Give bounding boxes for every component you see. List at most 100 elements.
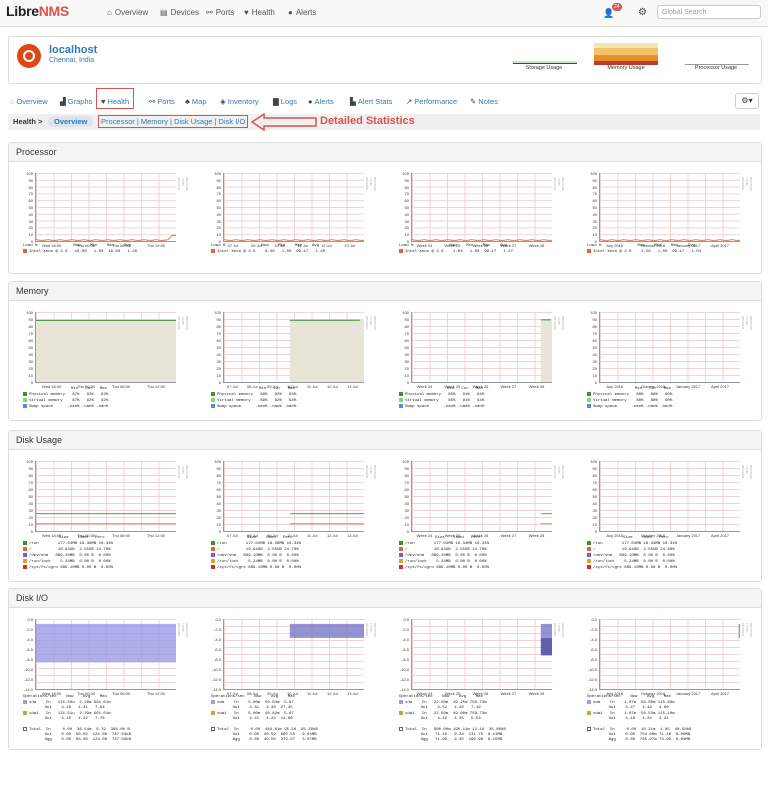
y-tick-label: -8.0 [214,657,221,662]
nav-overview[interactable]: ⌂ Overview [107,8,148,17]
graph-plot-area[interactable] [411,173,552,242]
graph-plot-area[interactable] [599,173,740,242]
graph-plot-area[interactable] [35,312,176,383]
tab-alerts[interactable]: ● Alerts [308,97,334,106]
y-tick-label: 70 [404,191,409,197]
graph-plot-area[interactable] [411,619,552,690]
librenms-logo[interactable]: LibreNMS [6,3,69,19]
y-tick-label: 20 [404,366,409,371]
y-tick-label: 80 [404,324,409,329]
legend-swatch [399,541,403,545]
x-tick-label: 13 Jul [344,243,356,248]
y-tick-label: 10 [216,232,221,238]
y-tick-label: 100 [590,310,597,315]
graph-plot-area[interactable] [223,461,364,532]
graph-plot-area[interactable] [411,461,552,532]
rrdtool-watermark: RRDTOOL / TOBI OETIKER [365,316,377,331]
graph-plot-area[interactable] [223,619,364,690]
graph-legend: Size Used Perc/run 177.04MB 18.34MB 10.3… [399,536,489,571]
legend-row: Swap space -nan% -nan% -nan% [399,404,484,410]
tab-graphs[interactable]: ▟ Graphs [60,97,92,106]
nav-devices[interactable]: ▤ Devices [160,8,199,17]
y-tick-label: 10 [216,522,221,527]
legend-swatch [23,700,27,704]
tab-map[interactable]: ♣ Map [185,97,207,106]
rrdtool-watermark: RRDTOOL / TOBI OETIKER [177,623,189,638]
y-tick-label: 90 [404,466,409,471]
section-disk-usage: Disk Usage 100 90 80 70 60 50 40 30 20 10 0 RRDTOOL … [8,430,762,582]
device-settings-dropdown[interactable]: ⚙▾ [735,93,759,109]
graph-plot-area[interactable] [35,461,176,532]
legend-swatch [23,565,27,570]
health-sublinks[interactable]: Processor | Memory | Disk Usage | Disk I… [98,115,249,128]
y-tick-label: 50 [216,494,221,499]
graph-plot-area[interactable] [35,619,176,690]
device-hostname[interactable]: localhost [49,44,97,56]
legend-swatch [399,392,403,396]
x-tick-label: January 2017 [676,384,701,389]
graph-plot-area[interactable] [599,461,740,532]
y-tick-label: 100 [402,171,409,176]
graph-plot-area[interactable] [35,173,176,242]
legend-swatch [399,404,403,409]
y-tick-label: 30 [28,508,33,513]
y-tick-label: 30 [216,359,221,364]
device-location[interactable]: Chennai, India [49,57,94,64]
notification-badge[interactable]: 24 [612,3,622,11]
y-tick-label: 20 [592,515,597,520]
x-tick-label: April 2017 [711,243,730,248]
y-tick-label: 40 [592,501,597,506]
y-tick-label: 90 [216,317,221,322]
legend-row: /sys/fs/cgro 889.10MB 0.00 B 0.00% [211,565,301,571]
legend-swatch [23,547,27,552]
series-area [540,319,552,382]
y-tick-label: 50 [216,205,221,210]
graph-legend: Size Used Perc/run 177.04MB 18.34MB 10.3… [587,536,677,571]
gear-icon[interactable]: ⚙ [638,7,647,18]
gear-icon: ⚙▾ [741,96,753,105]
tab-performance[interactable]: ↗ Performance [406,97,457,106]
x-tick-label: Thu 12:00 [147,243,166,248]
y-tick-label: 90 [28,177,33,183]
tab-inventory[interactable]: ◈ Inventory [220,97,259,106]
legend-swatch [399,547,403,552]
tab-logs[interactable]: ▇ Logs [273,97,297,106]
legend-swatch [211,541,215,545]
graph-plot-area[interactable] [411,312,552,383]
y-tick-label: -12.0 [587,677,597,682]
y-tick-label: 50 [28,345,33,350]
graph-plot-area[interactable] [599,619,740,690]
legend-swatch [399,249,403,253]
graph-plot-area[interactable] [223,173,364,242]
tab-overview[interactable]: ◌ Overview [10,97,48,106]
y-tick-label: 60 [404,198,409,204]
y-tick-label: -6.0 [590,647,597,652]
storage-usage-label: Storage Usage [525,65,563,71]
graph-plot-area[interactable] [599,312,740,383]
global-search-input[interactable]: Global Search [657,5,761,19]
y-tick-label: -14.0 [211,687,221,692]
tab-alert-stats[interactable]: ▙ Alert Stats [350,97,392,106]
tab-ports[interactable]: ⚯ Ports [149,97,175,106]
tab-notes[interactable]: ✎ Notes [470,97,498,106]
tab-health[interactable]: ♥ Health [96,88,135,109]
legend-swatch [23,392,27,396]
nav-ports[interactable]: ⚯ Ports [206,8,234,17]
y-tick-label: 90 [28,317,33,322]
y-tick-label: 90 [404,317,409,322]
y-tick-label: 90 [216,177,221,183]
y-tick-label: 30 [28,218,33,224]
nav-health[interactable]: ♥ Health [244,8,275,17]
x-tick-label: Week 28 [528,243,545,248]
graph-plot-area[interactable] [223,312,364,383]
y-tick-label: 60 [28,487,33,492]
y-tick-label: 70 [216,331,221,336]
graph-legend: Operations/sec Now Avg Max sda In 131.50u… [23,695,131,743]
nav-alerts[interactable]: ● Alerts [288,8,316,17]
x-tick-label: 12 Jul [327,384,338,389]
breadcrumb-overview-pill[interactable]: Overview [48,116,94,127]
y-tick-label: -4.0 [402,637,409,642]
legend-row: /sys/fs/cgro 889.10MB 0.00 B 0.00% [23,565,113,571]
rrdtool-watermark: RRDTOOL / TOBI OETIKER [553,177,565,192]
y-tick-label: -4.0 [26,637,33,642]
